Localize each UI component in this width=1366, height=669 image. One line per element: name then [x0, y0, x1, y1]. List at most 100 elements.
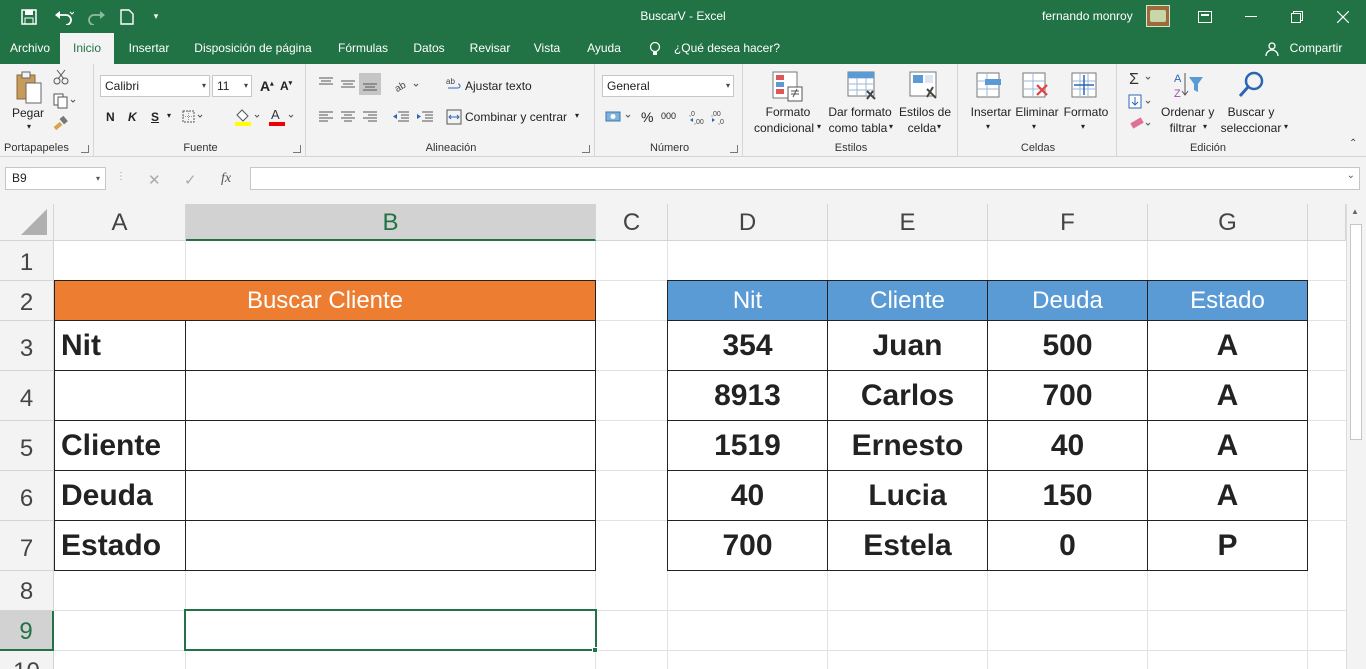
- align-bottom-icon[interactable]: [359, 73, 381, 95]
- close-icon[interactable]: [1320, 0, 1366, 33]
- format-dropdown-icon[interactable]: ▾: [1081, 122, 1085, 131]
- expand-formula-icon[interactable]: ⌄: [1347, 170, 1355, 181]
- label-empty[interactable]: [54, 370, 186, 421]
- sort-filter-label-1[interactable]: Ordenar y: [1161, 105, 1214, 119]
- row-header-10[interactable]: 10: [0, 651, 54, 669]
- row-header-2[interactable]: 2: [0, 281, 54, 321]
- cell-styles-label-1[interactable]: Estilos de: [895, 105, 955, 119]
- find-select-label-2[interactable]: seleccionar: [1215, 121, 1287, 135]
- wrap-text-icon[interactable]: ab: [446, 77, 462, 94]
- wrap-text-button[interactable]: Ajustar texto: [465, 79, 532, 93]
- share-icon[interactable]: [1264, 33, 1280, 64]
- grow-font-icon[interactable]: A▴: [260, 78, 274, 94]
- format-table-dropdown-icon[interactable]: ▾: [889, 122, 893, 131]
- alignment-launcher-icon[interactable]: [582, 145, 590, 153]
- table-cell[interactable]: A: [1147, 370, 1308, 421]
- table-cell[interactable]: Ernesto: [827, 420, 988, 471]
- new-file-icon[interactable]: [116, 0, 138, 33]
- column-header-b[interactable]: B: [186, 204, 596, 241]
- tab-insertar[interactable]: Insertar: [118, 33, 180, 64]
- restore-icon[interactable]: [1274, 0, 1320, 33]
- vertical-scrollbar[interactable]: ▲: [1346, 204, 1366, 669]
- decrease-indent-icon[interactable]: [392, 110, 410, 127]
- name-box-dropdown-icon[interactable]: ▾: [96, 168, 100, 189]
- table-cell[interactable]: 150: [987, 470, 1148, 521]
- tab-vista[interactable]: Vista: [526, 33, 568, 64]
- delete-cells-button[interactable]: Eliminar: [1012, 105, 1062, 119]
- find-select-icon[interactable]: [1237, 70, 1267, 103]
- result-deuda-cell[interactable]: [185, 470, 596, 521]
- currency-icon[interactable]: [605, 109, 635, 128]
- paste-button[interactable]: Pegar: [8, 106, 48, 120]
- scroll-thumb[interactable]: [1350, 224, 1362, 440]
- tab-datos[interactable]: Datos: [406, 33, 452, 64]
- avatar[interactable]: [1146, 5, 1170, 27]
- tab-formulas[interactable]: Fórmulas: [328, 33, 398, 64]
- autosum-icon[interactable]: Σ: [1128, 70, 1158, 89]
- number-launcher-icon[interactable]: [730, 145, 738, 153]
- sort-filter-icon[interactable]: AZ: [1173, 71, 1205, 104]
- scroll-up-icon[interactable]: ▲: [1351, 207, 1359, 216]
- tab-revisar[interactable]: Revisar: [462, 33, 518, 64]
- thousands-button[interactable]: 000: [661, 111, 676, 121]
- sort-filter-label-2[interactable]: filtrar: [1163, 121, 1203, 135]
- table-cell[interactable]: A: [1147, 320, 1308, 371]
- minimize-icon[interactable]: [1228, 0, 1274, 33]
- format-cells-icon[interactable]: [1070, 71, 1100, 104]
- empty-cell[interactable]: [185, 370, 596, 421]
- align-left-icon[interactable]: [318, 110, 334, 127]
- name-box[interactable]: B9 ▾: [5, 167, 106, 190]
- table-header-cliente[interactable]: Cliente: [827, 280, 988, 321]
- align-top-icon[interactable]: [318, 77, 334, 94]
- row-header-6[interactable]: 6: [0, 471, 54, 521]
- font-launcher-icon[interactable]: [293, 145, 301, 153]
- find-select-dropdown-icon[interactable]: ▾: [1284, 122, 1288, 131]
- merge-dropdown-icon[interactable]: ▾: [575, 111, 579, 120]
- percent-button[interactable]: %: [641, 109, 653, 125]
- tab-archivo[interactable]: Archivo: [0, 33, 60, 64]
- tell-me-search[interactable]: ¿Qué desea hacer?: [672, 33, 782, 64]
- clipboard-launcher-icon[interactable]: [81, 145, 89, 153]
- table-cell[interactable]: P: [1147, 520, 1308, 571]
- column-header-h[interactable]: [1308, 204, 1346, 241]
- table-cell[interactable]: 0: [987, 520, 1148, 571]
- label-deuda[interactable]: Deuda: [54, 470, 186, 521]
- underline-dropdown-icon[interactable]: ▾: [167, 111, 171, 120]
- table-cell[interactable]: A: [1147, 470, 1308, 521]
- find-select-label-1[interactable]: Buscar y: [1217, 105, 1285, 119]
- table-header-deuda[interactable]: Deuda: [987, 280, 1148, 321]
- fill-color-icon[interactable]: [234, 108, 262, 129]
- delete-cells-icon[interactable]: [1021, 71, 1051, 104]
- table-cell[interactable]: Estela: [827, 520, 988, 571]
- table-cell[interactable]: 40: [667, 470, 828, 521]
- sort-filter-dropdown-icon[interactable]: ▾: [1203, 122, 1207, 131]
- align-middle-icon[interactable]: [340, 77, 356, 94]
- row-header-4[interactable]: 4: [0, 371, 54, 421]
- insert-dropdown-icon[interactable]: ▾: [986, 122, 990, 131]
- share-button[interactable]: Compartir: [1284, 33, 1348, 64]
- format-painter-icon[interactable]: [53, 115, 69, 135]
- clear-icon[interactable]: [1128, 117, 1158, 134]
- borders-icon[interactable]: [182, 110, 206, 127]
- user-name[interactable]: fernando monroy: [1042, 9, 1133, 23]
- conditional-format-label-1[interactable]: Formato: [753, 105, 823, 119]
- table-cell[interactable]: 8913: [667, 370, 828, 421]
- collapse-ribbon-icon[interactable]: ⌃: [1349, 138, 1357, 149]
- format-table-label-2[interactable]: como tabla: [823, 121, 893, 135]
- shrink-font-icon[interactable]: A▾: [280, 79, 292, 93]
- decrease-decimal-icon[interactable]: ,00,0: [711, 108, 729, 129]
- table-header-nit[interactable]: Nit: [667, 280, 828, 321]
- worksheet-grid[interactable]: A B C D E F G 1 2 3 4 5 6 7 8 9 10 Busc: [0, 204, 1366, 669]
- insert-cells-button[interactable]: Insertar: [968, 105, 1014, 119]
- table-cell[interactable]: 40: [987, 420, 1148, 471]
- font-color-icon[interactable]: A: [268, 107, 296, 129]
- conditional-format-icon[interactable]: [772, 71, 804, 106]
- save-icon[interactable]: [16, 0, 42, 33]
- row-header-7[interactable]: 7: [0, 521, 54, 571]
- label-cliente[interactable]: Cliente: [54, 420, 186, 471]
- table-cell[interactable]: 354: [667, 320, 828, 371]
- table-header-estado[interactable]: Estado: [1147, 280, 1308, 321]
- delete-dropdown-icon[interactable]: ▾: [1032, 122, 1036, 131]
- cut-icon[interactable]: [53, 69, 69, 88]
- fill-handle[interactable]: [592, 647, 598, 653]
